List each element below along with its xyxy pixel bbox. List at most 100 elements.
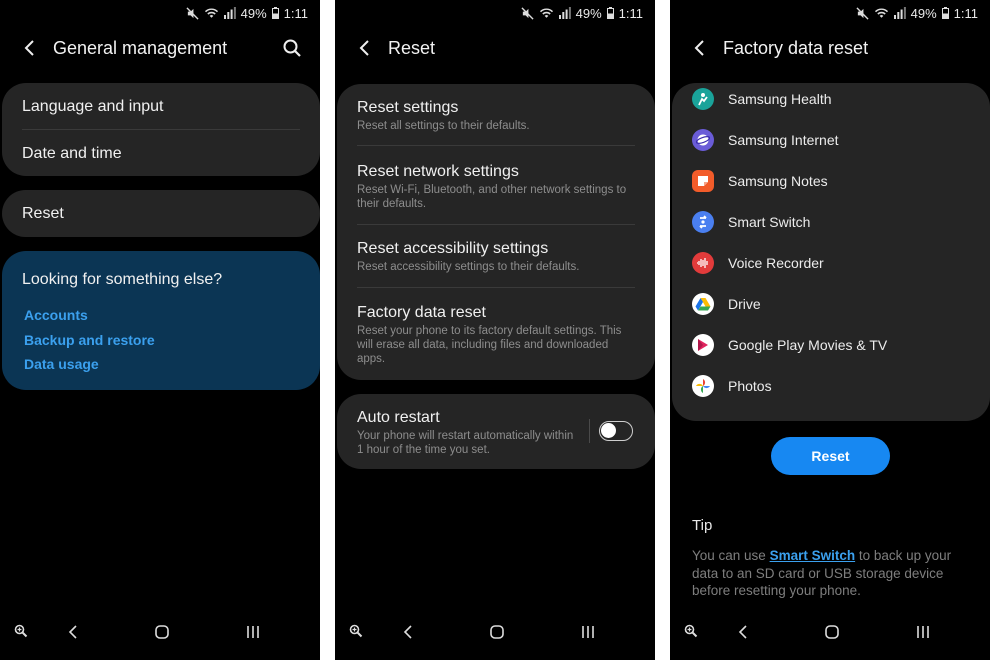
google-drive-icon (692, 293, 714, 315)
link-backup-restore[interactable]: Backup and restore (24, 332, 155, 348)
battery-percent: 49% (240, 5, 267, 21)
reset-settings-item[interactable]: Reset settings Reset all settings to the… (357, 99, 635, 133)
item-title: Reset (22, 205, 64, 222)
nav-home-icon[interactable] (489, 624, 505, 640)
battery-icon (941, 7, 949, 19)
settings-card-reset[interactable]: Reset (2, 190, 320, 237)
item-title: Reset network settings (357, 163, 519, 180)
search-icon[interactable] (282, 38, 302, 58)
app-item-drive: Drive (692, 292, 970, 316)
reset-options-card: Reset settings Reset all settings to the… (337, 84, 655, 380)
battery-percent: 49% (910, 5, 937, 21)
status-bar: 49% 1:11 (521, 4, 643, 22)
app-label: Samsung Health (728, 91, 832, 107)
back-arrow-icon[interactable] (690, 38, 710, 58)
mute-icon (856, 6, 869, 20)
back-arrow-icon[interactable] (355, 38, 375, 58)
magnifier-zoom-icon[interactable] (14, 624, 28, 638)
smart-switch-icon (692, 211, 714, 233)
navigation-bar (670, 618, 990, 650)
nav-back-icon[interactable] (737, 624, 749, 640)
wifi-icon (539, 8, 553, 18)
magnifier-zoom-icon[interactable] (349, 624, 363, 638)
mute-icon (186, 6, 199, 20)
divider (357, 145, 635, 146)
navigation-bar (0, 618, 320, 650)
item-title: Reset accessibility settings (357, 240, 549, 257)
item-subtitle: Reset your phone to its factory default … (357, 325, 622, 365)
factory-data-reset-item[interactable]: Factory data reset Reset your phone to i… (357, 304, 635, 366)
app-bar: Reset (335, 30, 655, 66)
tip-text-before: You can use (692, 548, 770, 563)
navigation-bar (335, 618, 655, 650)
status-bar: 49% 1:11 (856, 4, 978, 22)
reset-button[interactable]: Reset (771, 437, 890, 475)
link-data-usage[interactable]: Data usage (24, 356, 99, 372)
nav-home-icon[interactable] (154, 624, 170, 640)
item-subtitle: Reset Wi-Fi, Bluetooth, and other networ… (357, 184, 627, 210)
item-title: Factory data reset (357, 304, 486, 321)
settings-card-language-date: Language and input Date and time (2, 83, 320, 176)
page-title: Factory data reset (723, 37, 869, 58)
help-heading-row: Looking for something else? (22, 271, 300, 289)
nav-recents-icon[interactable] (245, 624, 261, 640)
toggle-knob (601, 423, 616, 438)
back-arrow-icon[interactable] (20, 38, 40, 58)
battery-icon (271, 7, 279, 19)
wifi-icon (204, 8, 218, 18)
divider (357, 224, 635, 225)
page-title: Reset (388, 37, 436, 58)
phone-screen-general-management: 49% 1:11 General management Language and… (0, 0, 320, 660)
samsung-internet-icon (692, 129, 714, 151)
status-bar: 49% 1:11 (186, 4, 308, 22)
battery-icon (606, 7, 614, 19)
item-title: Language and input (22, 98, 164, 115)
app-label: Samsung Internet (728, 132, 839, 148)
app-label: Photos (728, 378, 772, 394)
nav-back-icon[interactable] (67, 624, 79, 640)
auto-restart-item[interactable]: Auto restart Your phone will restart aut… (357, 409, 575, 457)
nav-recents-icon[interactable] (580, 624, 596, 640)
tip-text: You can use Smart Switch to back up your… (692, 547, 972, 600)
item-subtitle: Reset accessibility settings to their de… (357, 261, 580, 273)
mute-icon (521, 6, 534, 20)
magnifier-zoom-icon[interactable] (684, 624, 698, 638)
clock: 1:11 (283, 5, 308, 21)
reset-network-settings-item[interactable]: Reset network settings Reset Wi-Fi, Blue… (357, 163, 635, 211)
help-heading: Looking for something else? (22, 271, 223, 288)
item-title: Date and time (22, 145, 122, 162)
reset-accessibility-settings-item[interactable]: Reset accessibility settings Reset acces… (357, 240, 635, 274)
clock: 1:11 (618, 5, 643, 21)
link-accounts[interactable]: Accounts (24, 307, 88, 323)
smart-switch-link[interactable]: Smart Switch (770, 548, 856, 563)
item-title: Reset settings (357, 99, 459, 116)
app-item-play-movies: Google Play Movies & TV (692, 333, 970, 357)
battery-percent: 49% (575, 5, 602, 21)
nav-home-icon[interactable] (824, 624, 840, 640)
signal-icon (893, 7, 906, 19)
signal-icon (223, 7, 236, 19)
app-label: Drive (728, 296, 761, 312)
nav-back-icon[interactable] (402, 624, 414, 640)
item-subtitle: Your phone will restart automatically wi… (357, 430, 574, 456)
samsung-health-icon (692, 88, 714, 110)
page-title: General management (53, 37, 228, 58)
google-photos-icon (692, 375, 714, 397)
auto-restart-toggle[interactable] (599, 421, 633, 441)
vertical-separator (589, 419, 590, 443)
app-bar: General management (0, 30, 320, 66)
phone-screen-reset: 49% 1:11 Reset Reset settings Reset all … (335, 0, 655, 660)
app-label: Smart Switch (728, 214, 811, 230)
app-item-smart-switch: Smart Switch (692, 210, 970, 234)
settings-item-language-input[interactable]: Language and input (22, 98, 300, 116)
app-item-photos: Photos (692, 374, 970, 398)
app-label: Samsung Notes (728, 173, 828, 189)
nav-recents-icon[interactable] (915, 624, 931, 640)
settings-item-date-time[interactable]: Date and time (22, 145, 300, 163)
phone-screen-factory-data-reset: 49% 1:11 Factory data reset Samsung Heal… (670, 0, 990, 660)
settings-item-reset[interactable]: Reset (22, 205, 300, 223)
tip-title: Tip (692, 517, 713, 534)
divider (22, 129, 300, 130)
app-item-samsung-internet: Samsung Internet (692, 128, 970, 152)
wifi-icon (874, 8, 888, 18)
